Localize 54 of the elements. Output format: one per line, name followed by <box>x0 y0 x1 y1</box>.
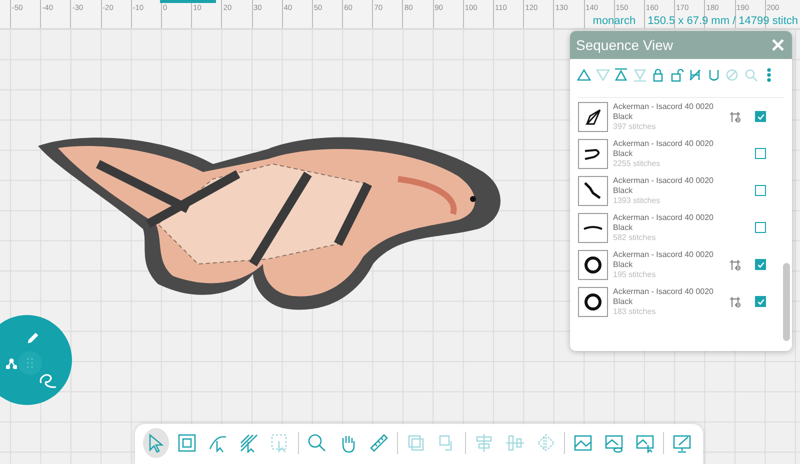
stitch-thumbnail <box>578 286 608 316</box>
triangle-up-icon[interactable] <box>577 68 591 82</box>
lock-icon[interactable] <box>651 68 665 82</box>
move-top-icon[interactable] <box>614 68 628 82</box>
design-name: monarch <box>592 15 636 27</box>
scrollbar[interactable] <box>783 263 790 341</box>
close-button[interactable] <box>770 37 786 53</box>
row-checkbox[interactable] <box>755 296 766 307</box>
thread-name: Ackerman - Isacord 40 0020 Black <box>613 286 714 306</box>
unlock-icon[interactable] <box>670 68 684 82</box>
align-middle-icon <box>505 433 525 453</box>
row-checkbox[interactable] <box>755 259 766 270</box>
stitch-edit-icon <box>239 433 259 453</box>
thread-name: Ackerman - Isacord 40 0020 Black <box>613 212 714 232</box>
thread-name: Ackerman - Isacord 40 0020 Black <box>613 176 714 196</box>
image-view-icon <box>604 433 624 453</box>
branch-nodes-icon[interactable] <box>6 358 17 369</box>
row-checkbox[interactable] <box>755 185 766 196</box>
stitch-count: 183 stitches <box>613 306 657 316</box>
thread-name: Ackerman - Isacord 40 0020 Black <box>613 102 714 122</box>
thread-name: Ackerman - Isacord 40 0020 Black <box>613 250 714 270</box>
stitch-count: 2255 stitches <box>613 158 662 168</box>
zoom-icon <box>307 433 327 453</box>
link-nodes-icon[interactable] <box>729 110 741 122</box>
node-edit-icon <box>208 433 228 453</box>
stitch-thumbnail <box>578 250 608 280</box>
stitch-count: 582 stitches <box>613 232 657 242</box>
transform-icon <box>177 433 197 453</box>
select-button[interactable] <box>143 428 169 458</box>
grip-dots-icon <box>26 357 34 369</box>
stitch-count: 397 stitches <box>613 122 657 132</box>
image-select-icon <box>635 433 655 453</box>
group-icon <box>406 433 426 453</box>
link-nodes-icon[interactable] <box>729 258 741 270</box>
drag-handle[interactable] <box>18 351 42 375</box>
panel-title: Sequence View <box>576 37 674 53</box>
design-size: 150.5 x 67.9 mm / 14799 stitch <box>648 15 798 27</box>
row-checkbox[interactable] <box>755 222 766 233</box>
link-nodes-icon[interactable] <box>729 296 741 308</box>
stitch-count: 195 stitches <box>613 270 657 280</box>
image-icon <box>573 433 593 453</box>
stitch-thumbnail <box>578 102 608 132</box>
stitch-thumbnail <box>578 212 608 242</box>
row-checkbox[interactable] <box>755 111 766 122</box>
align-center-icon <box>474 433 494 453</box>
stitch-count: 1393 stitches <box>613 196 662 206</box>
measure-icon <box>369 433 389 453</box>
row-checkbox[interactable] <box>755 148 766 159</box>
lasso-icon[interactable] <box>38 371 58 391</box>
stitch-thumbnail <box>578 176 608 206</box>
thread-name: Ackerman - Isacord 40 0020 Black <box>613 138 714 158</box>
stitch-thumbnail <box>578 138 608 168</box>
pencil-icon[interactable] <box>26 331 40 345</box>
mirror-icon <box>536 433 556 453</box>
